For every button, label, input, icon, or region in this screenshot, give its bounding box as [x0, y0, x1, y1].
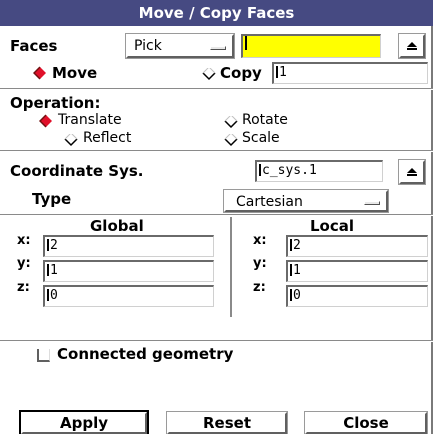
rotate-radio[interactable] — [224, 116, 238, 130]
type-menu[interactable]: Cartesian — [224, 190, 388, 212]
separator — [0, 88, 433, 90]
scale-radio[interactable] — [224, 134, 238, 148]
scale-label: Scale — [242, 130, 280, 146]
reflect-label: Reflect — [83, 130, 132, 146]
move-copy-faces-dialog: Move / Copy Faces Faces Pick Move Copy 1… — [0, 0, 433, 434]
text-caret — [290, 264, 292, 276]
move-radio[interactable] — [33, 66, 47, 80]
up-arrow-icon — [407, 168, 417, 176]
up-arrow-icon — [407, 42, 417, 50]
text-caret — [47, 239, 49, 251]
operation-label: Operation: — [10, 94, 101, 112]
text-caret — [47, 264, 49, 276]
text-caret — [47, 289, 49, 301]
rotate-label: Rotate — [242, 112, 288, 128]
faces-select-arrow-button[interactable] — [399, 34, 425, 58]
translate-radio[interactable] — [39, 114, 53, 128]
coordinate-sys-field[interactable]: c_sys.1 — [255, 160, 383, 182]
type-menu-value: Cartesian — [236, 194, 303, 210]
text-caret — [290, 239, 292, 251]
local-z-field[interactable]: 0 — [286, 285, 428, 307]
local-y-label: y: — [253, 256, 267, 271]
text-caret — [245, 36, 247, 50]
faces-pick-menu[interactable]: Pick — [126, 34, 234, 58]
coordinate-sys-label: Coordinate Sys. — [10, 162, 144, 180]
reflect-radio[interactable] — [64, 134, 78, 148]
local-z-label: z: — [253, 280, 266, 295]
text-caret — [290, 289, 292, 301]
text-caret — [276, 66, 278, 78]
coordinate-sys-select-arrow-button[interactable] — [399, 160, 425, 184]
dialog-title: Move / Copy Faces — [0, 0, 433, 26]
faces-field[interactable] — [241, 34, 381, 58]
close-button[interactable]: Close — [305, 412, 427, 434]
global-z-field[interactable]: 0 — [43, 285, 214, 307]
global-z-label: z: — [17, 280, 30, 295]
text-caret — [259, 164, 261, 176]
local-header: Local — [310, 217, 355, 235]
separator — [0, 340, 433, 342]
global-header: Global — [90, 217, 144, 235]
translate-label: Translate — [58, 112, 122, 128]
local-x-label: x: — [253, 233, 267, 248]
apply-button[interactable]: Apply — [21, 412, 147, 434]
global-x-field[interactable]: 2 — [43, 235, 214, 257]
global-x-label: x: — [17, 233, 31, 248]
copy-count-field[interactable]: 1 — [272, 62, 428, 84]
faces-pick-label: Pick — [134, 38, 162, 54]
local-y-field[interactable]: 1 — [286, 260, 428, 282]
faces-label: Faces — [10, 37, 58, 55]
reset-button[interactable]: Reset — [167, 412, 287, 434]
connected-geometry-checkbox[interactable] — [37, 349, 50, 362]
copy-radio[interactable] — [202, 68, 216, 82]
local-x-field[interactable]: 2 — [286, 235, 428, 257]
separator — [0, 214, 433, 216]
connected-geometry-label: Connected geometry — [57, 345, 234, 363]
copy-label: Copy — [220, 64, 262, 82]
move-label: Move — [52, 64, 98, 82]
column-separator — [230, 217, 232, 317]
global-y-label: y: — [17, 256, 31, 271]
type-label: Type — [32, 190, 72, 208]
global-y-field[interactable]: 1 — [43, 260, 214, 282]
option-menu-icon — [364, 201, 380, 205]
option-menu-icon — [210, 46, 226, 50]
separator — [0, 150, 433, 152]
